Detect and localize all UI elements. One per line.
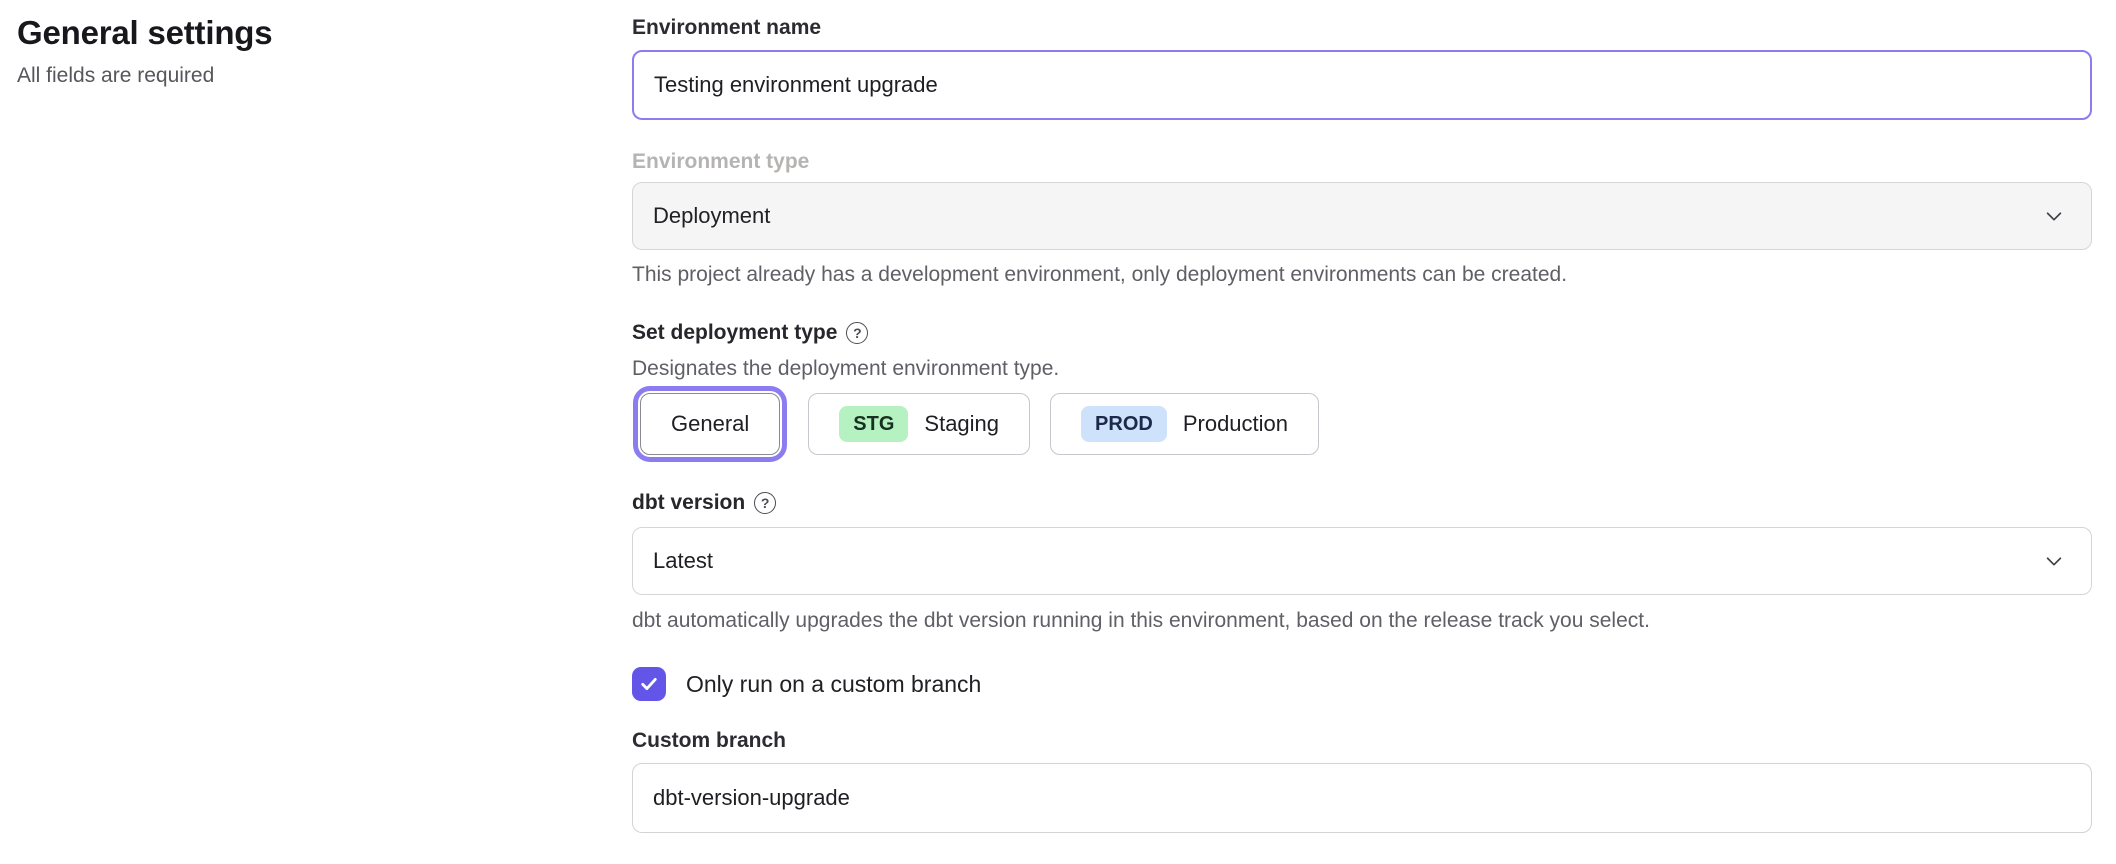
checkmark-icon <box>639 674 659 694</box>
settings-page: General settings All fields are required… <box>0 0 2116 833</box>
environment-type-value: Deployment <box>653 203 770 229</box>
field-dbt-version: dbt version ? Latest dbt automatically u… <box>632 491 2092 633</box>
custom-branch-toggle-label[interactable]: Only run on a custom branch <box>686 671 981 698</box>
field-environment-name: Environment name <box>632 16 2092 120</box>
general-settings-form: Environment name Environment type Deploy… <box>632 14 2092 833</box>
deployment-type-production-button[interactable]: PROD Production <box>1050 393 1319 455</box>
custom-branch-checkbox[interactable] <box>632 667 666 701</box>
production-button-label: Production <box>1183 411 1288 437</box>
dbt-version-helper: dbt automatically upgrades the dbt versi… <box>632 609 2092 633</box>
deployment-type-general-button[interactable]: General <box>640 393 780 455</box>
environment-type-helper: This project already has a development e… <box>632 263 2092 287</box>
dbt-version-select[interactable]: Latest <box>632 527 2092 595</box>
dbt-version-label-text: dbt version <box>632 491 745 515</box>
deployment-type-label: Set deployment type ? <box>632 321 2092 345</box>
general-button-label: General <box>671 411 749 437</box>
deployment-type-staging-button[interactable]: STG Staging <box>808 393 1030 455</box>
field-environment-type: Environment type Deployment This project… <box>632 150 2092 287</box>
staging-button-label: Staging <box>924 411 999 437</box>
dbt-version-label: dbt version ? <box>632 491 2092 515</box>
custom-branch-label: Custom branch <box>632 729 2092 753</box>
environment-type-label: Environment type <box>632 150 2092 174</box>
deployment-type-label-text: Set deployment type <box>632 321 837 345</box>
chevron-down-icon <box>2043 205 2065 227</box>
environment-name-label: Environment name <box>632 16 2092 40</box>
field-deployment-type: Set deployment type ? Designates the dep… <box>632 321 2092 455</box>
staging-badge: STG <box>839 406 908 442</box>
help-icon[interactable]: ? <box>846 322 868 344</box>
page-title: General settings <box>17 14 632 52</box>
page-subtitle: All fields are required <box>17 64 632 88</box>
environment-name-input[interactable] <box>632 50 2092 120</box>
custom-branch-input[interactable] <box>632 763 2092 833</box>
deployment-type-options: General STG Staging PROD Production <box>632 393 2092 455</box>
help-icon[interactable]: ? <box>754 492 776 514</box>
custom-branch-toggle-row: Only run on a custom branch <box>632 667 2092 701</box>
environment-type-select[interactable]: Deployment <box>632 182 2092 250</box>
production-badge: PROD <box>1081 406 1167 442</box>
section-header: General settings All fields are required <box>17 14 632 833</box>
chevron-down-icon <box>2043 550 2065 572</box>
deployment-type-helper: Designates the deployment environment ty… <box>632 357 2092 381</box>
field-custom-branch: Custom branch <box>632 729 2092 833</box>
dbt-version-value: Latest <box>653 548 713 574</box>
